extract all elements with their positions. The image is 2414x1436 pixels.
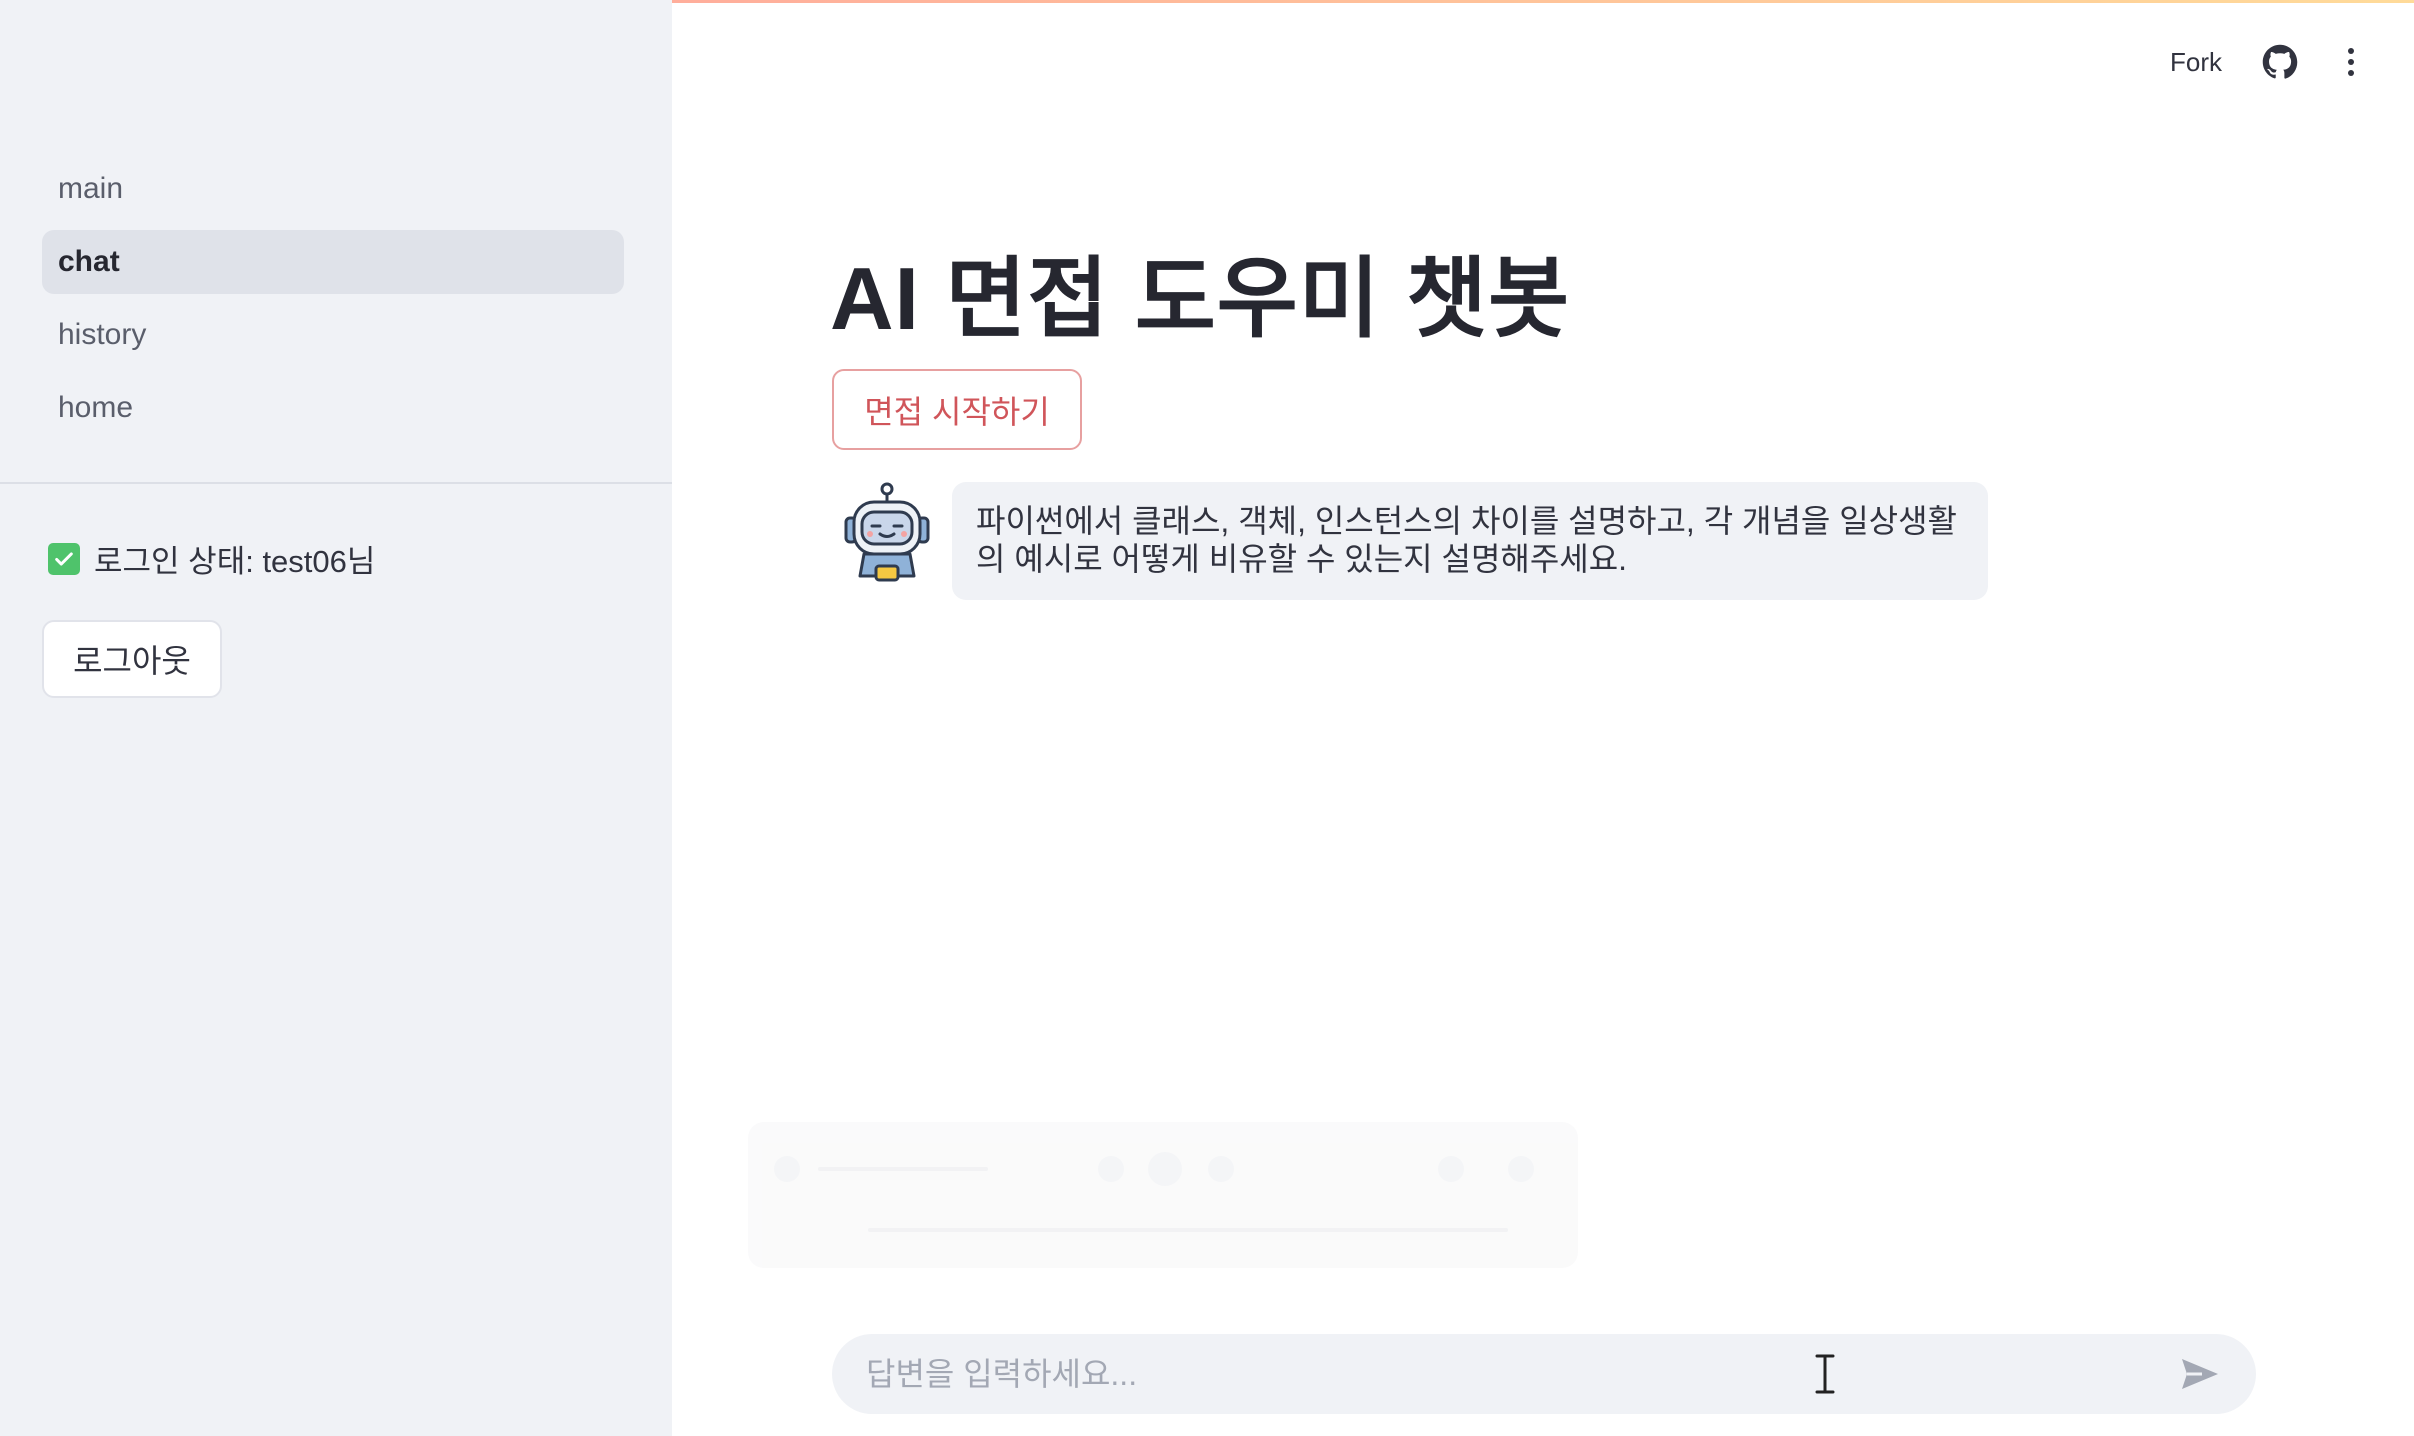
media-player-overlay xyxy=(748,1122,1578,1268)
sidebar-item-label: history xyxy=(58,318,147,351)
sidebar-divider xyxy=(0,482,672,484)
sidebar-item-chat[interactable]: chat xyxy=(42,230,624,294)
chat-input-bar xyxy=(832,1334,2256,1414)
login-status-text: 로그인 상태: test06님 xyxy=(94,544,376,579)
github-icon[interactable] xyxy=(2262,44,2298,80)
login-status: 로그인 상태: test06님 xyxy=(48,536,375,581)
sidebar-item-history[interactable]: history xyxy=(42,303,624,367)
chat-message: 파이썬에서 클래스, 객체, 인스턴스의 차이를 설명하고, 각 개념을 일상생… xyxy=(840,482,1988,600)
sidebar-item-label: home xyxy=(58,391,134,424)
start-interview-button[interactable]: 면접 시작하기 xyxy=(832,369,1082,450)
fork-button[interactable]: Fork xyxy=(2170,47,2222,78)
robot-icon xyxy=(840,482,934,588)
sidebar-nav: main chat history home xyxy=(42,157,624,449)
text-cursor-icon xyxy=(1814,1354,1836,1399)
sidebar-item-main[interactable]: main xyxy=(42,157,624,221)
main-content: Fork AI 면접 도우미 챗봇 면접 시작하기 파이썬에서 클래스, 객체,… xyxy=(672,0,2414,1436)
checkmark-icon xyxy=(48,542,80,575)
sidebar-item-label: chat xyxy=(58,245,120,278)
chat-input[interactable] xyxy=(866,1355,2180,1393)
page-title: AI 면접 도우미 챗봇 xyxy=(830,249,1571,348)
more-options-icon[interactable] xyxy=(2348,48,2354,76)
send-icon[interactable] xyxy=(2180,1357,2220,1391)
sidebar: main chat history home 로그인 상태: test06님 로… xyxy=(0,0,672,1436)
logout-button[interactable]: 로그아웃 xyxy=(42,620,222,698)
chat-message-bubble: 파이썬에서 클래스, 객체, 인스턴스의 차이를 설명하고, 각 개념을 일상생… xyxy=(952,482,1988,600)
sidebar-item-label: main xyxy=(58,172,124,205)
header-actions: Fork xyxy=(2170,44,2354,80)
sidebar-item-home[interactable]: home xyxy=(42,376,624,440)
